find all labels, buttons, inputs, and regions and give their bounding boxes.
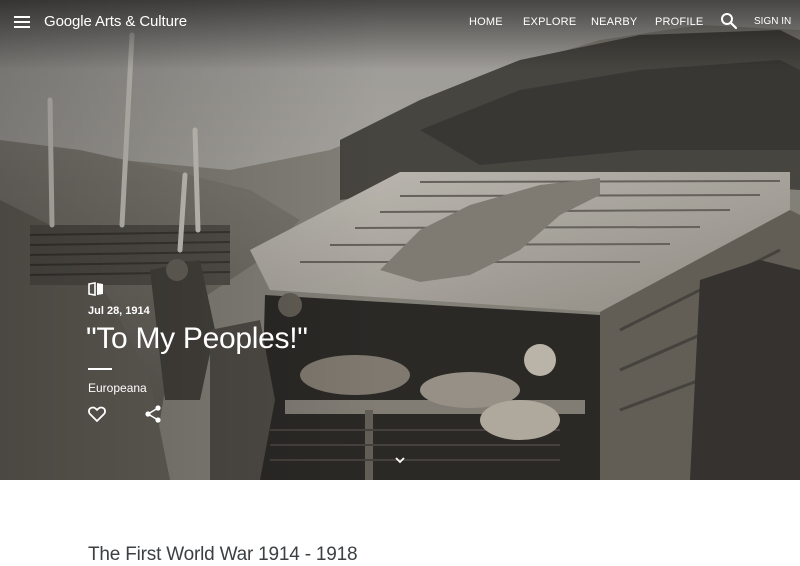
hamburger-menu-icon[interactable] (12, 12, 32, 32)
hero-banner: Google Arts & Culture HOME EXPLORE NEARB… (0, 0, 800, 480)
search-icon[interactable] (720, 12, 738, 30)
nav-explore[interactable]: EXPLORE (523, 16, 576, 28)
heart-outline-icon[interactable] (87, 404, 107, 424)
title-divider (88, 368, 112, 370)
nav-home[interactable]: HOME (469, 16, 503, 28)
nav-nearby[interactable]: NEARBY (591, 16, 637, 28)
chevron-down-icon[interactable] (392, 454, 408, 466)
share-icon[interactable] (144, 404, 162, 424)
brand-logo[interactable]: Google Arts & Culture (44, 13, 187, 30)
top-navigation-bar: Google Arts & Culture HOME EXPLORE NEARB… (0, 0, 800, 44)
story-source-link[interactable]: Europeana (88, 381, 147, 395)
nav-profile[interactable]: PROFILE (655, 16, 703, 28)
hero-overlay (0, 0, 800, 480)
story-date: Jul 28, 1914 (88, 305, 150, 317)
open-book-icon (88, 282, 103, 296)
sign-in-link[interactable]: SIGN IN (754, 16, 791, 27)
story-title: "To My Peoples!" (86, 322, 308, 355)
